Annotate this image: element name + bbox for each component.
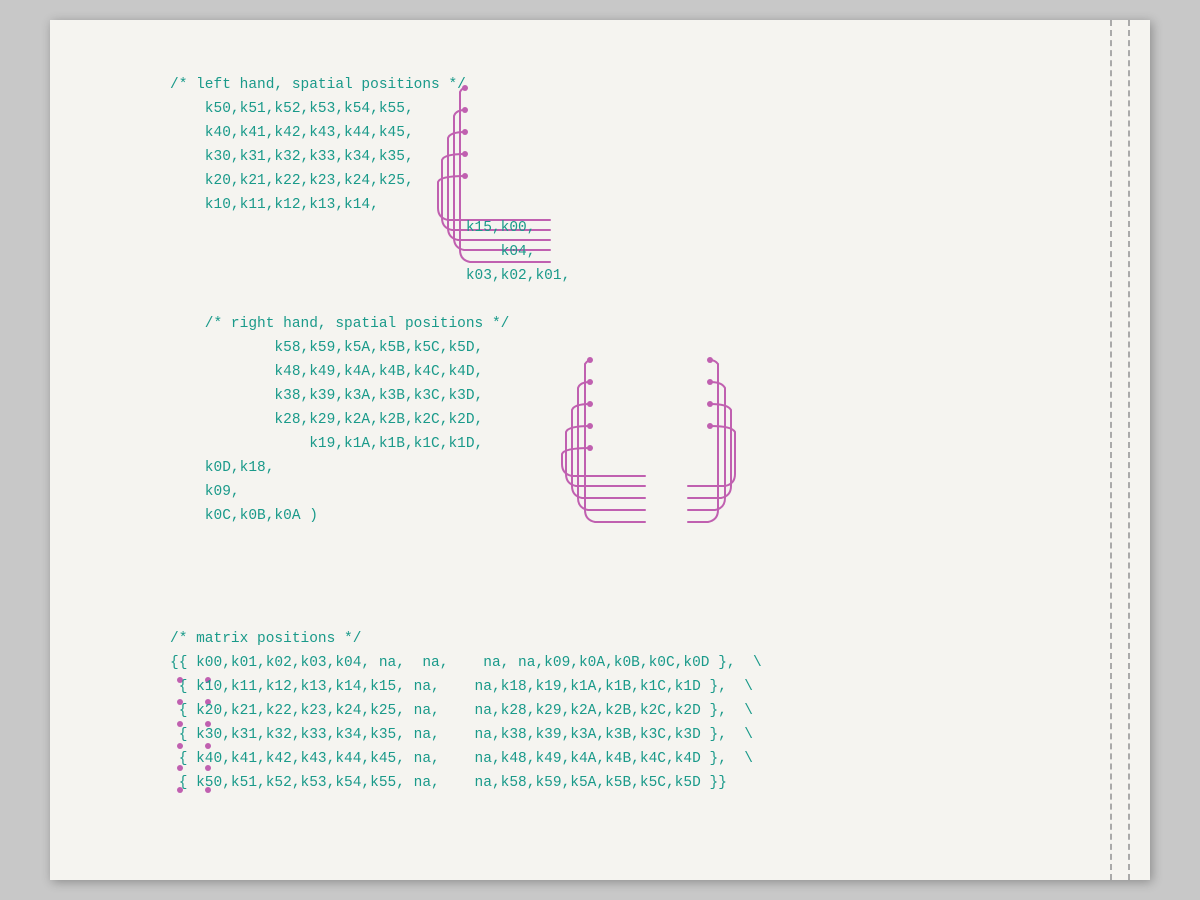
matrix-comment: /* matrix positions */	[170, 631, 361, 647]
left-hand-comment: /* left hand, spatial positions */	[170, 77, 466, 93]
code-content: /* left hand, spatial positions */ k50,k…	[170, 50, 1090, 576]
dashed-line-1	[1128, 20, 1130, 880]
right-hand-comment: /* right hand, spatial positions */	[170, 316, 509, 332]
margin-lines	[1090, 20, 1150, 880]
dashed-line-2	[1110, 20, 1112, 880]
page: /* left hand, spatial positions */ k50,k…	[50, 20, 1150, 880]
matrix-section: /* matrix positions */ {{ k00,k01,k02,k0…	[170, 604, 1090, 819]
